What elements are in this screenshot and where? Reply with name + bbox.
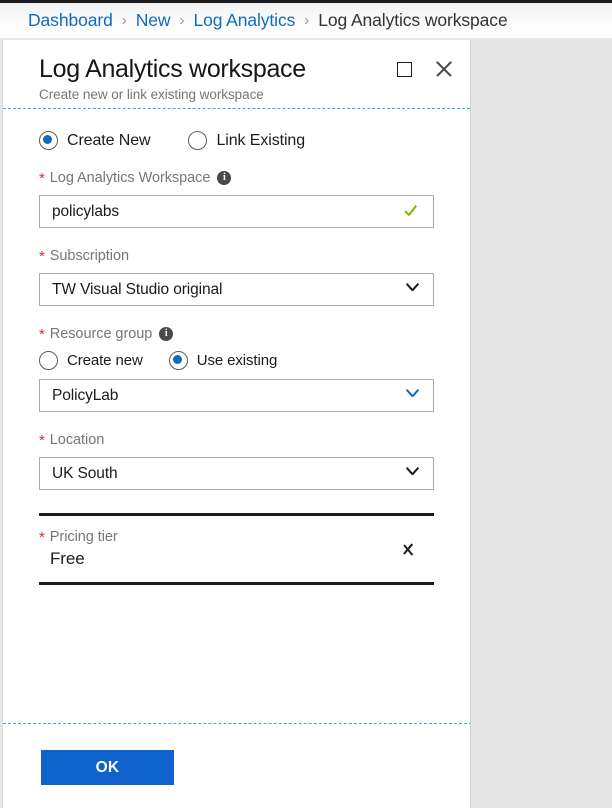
workspace-name-value: policylabs [52, 203, 404, 221]
radio-option-link-existing[interactable]: Link Existing [188, 131, 305, 150]
page-title: Log Analytics workspace [39, 54, 448, 84]
radio-label-link-existing: Link Existing [216, 132, 305, 150]
required-marker: * [39, 433, 45, 448]
radio-indicator-create-new[interactable] [39, 131, 58, 150]
pricing-tier-bottom-rule [39, 582, 434, 585]
workspace-name-label: * Log Analytics Workspace i [39, 170, 434, 186]
breadcrumb-item-dashboard[interactable]: Dashboard [28, 10, 113, 31]
breadcrumb-item-log-analytics[interactable]: Log Analytics [193, 10, 295, 31]
radio-label-use-existing-rg: Use existing [197, 352, 278, 369]
breadcrumb-separator: › [304, 12, 309, 29]
pricing-tier-row[interactable]: * Pricing tier Free [39, 516, 434, 582]
resource-group-value: PolicyLab [52, 387, 406, 405]
info-icon[interactable]: i [217, 171, 231, 185]
ok-button[interactable]: OK [41, 750, 174, 785]
blade-header-actions [397, 59, 454, 79]
radio-indicator-link-existing[interactable] [188, 131, 207, 150]
resource-group-label-text: Resource group [50, 326, 152, 342]
radio-label-create-new-rg: Create new [67, 352, 143, 369]
pricing-tier-label-text: Pricing tier [50, 529, 118, 545]
workspace-name-label-text: Log Analytics Workspace [50, 170, 211, 186]
chevron-right-icon [402, 538, 418, 560]
close-icon[interactable] [434, 59, 454, 79]
blade-footer: OK [3, 724, 471, 808]
breadcrumb-separator: › [179, 12, 184, 29]
checkmark-icon [404, 203, 421, 220]
subscription-value: TW Visual Studio original [52, 281, 406, 299]
workspace-name-input[interactable]: policylabs [39, 195, 434, 228]
location-field: * Location UK South [39, 432, 434, 490]
radio-indicator-use-existing-rg[interactable] [169, 351, 188, 370]
page-subtitle: Create new or link existing workspace [39, 87, 448, 102]
location-value: UK South [52, 465, 406, 483]
breadcrumb: Dashboard › New › Log Analytics › Log An… [0, 3, 612, 38]
workspace-mode-radio-group: Create New Link Existing [39, 131, 434, 150]
blade-body: Create New Link Existing * Log Analytics… [3, 109, 470, 585]
subscription-field: * Subscription TW Visual Studio original [39, 248, 434, 306]
subscription-dropdown[interactable]: TW Visual Studio original [39, 273, 434, 306]
pricing-tier-text: * Pricing tier Free [39, 529, 402, 569]
radio-option-create-new[interactable]: Create New [39, 131, 150, 150]
location-label: * Location [39, 432, 434, 448]
required-marker: * [39, 249, 45, 264]
required-marker: * [39, 171, 45, 186]
blade-header: Log Analytics workspace Create new or li… [3, 40, 470, 108]
radio-option-use-existing-rg[interactable]: Use existing [169, 351, 278, 370]
pricing-tier-value: Free [39, 549, 402, 569]
resource-group-radio-group: Create new Use existing [39, 351, 434, 370]
required-marker: * [39, 530, 45, 545]
pricing-tier-label: * Pricing tier [39, 529, 402, 545]
location-dropdown[interactable]: UK South [39, 457, 434, 490]
radio-label-create-new: Create New [67, 132, 150, 150]
subscription-label: * Subscription [39, 248, 434, 264]
radio-indicator-create-new-rg[interactable] [39, 351, 58, 370]
chevron-down-icon [406, 283, 419, 296]
info-icon[interactable]: i [159, 327, 173, 341]
resource-group-field: * Resource group i Create new Use existi… [39, 326, 434, 412]
resource-group-dropdown[interactable]: PolicyLab [39, 379, 434, 412]
chevron-down-icon [406, 467, 419, 480]
workspace-name-field: * Log Analytics Workspace i policylabs [39, 170, 434, 228]
chevron-down-icon [406, 389, 419, 402]
required-marker: * [39, 327, 45, 342]
radio-option-create-new-rg[interactable]: Create new [39, 351, 143, 370]
breadcrumb-item-new[interactable]: New [136, 10, 171, 31]
resource-group-label: * Resource group i [39, 326, 434, 342]
maximize-icon[interactable] [397, 62, 412, 77]
breadcrumb-item-current: Log Analytics workspace [318, 10, 507, 31]
log-analytics-workspace-blade: Log Analytics workspace Create new or li… [2, 40, 471, 808]
subscription-label-text: Subscription [50, 248, 129, 264]
location-label-text: Location [50, 432, 104, 448]
breadcrumb-separator: › [122, 12, 127, 29]
